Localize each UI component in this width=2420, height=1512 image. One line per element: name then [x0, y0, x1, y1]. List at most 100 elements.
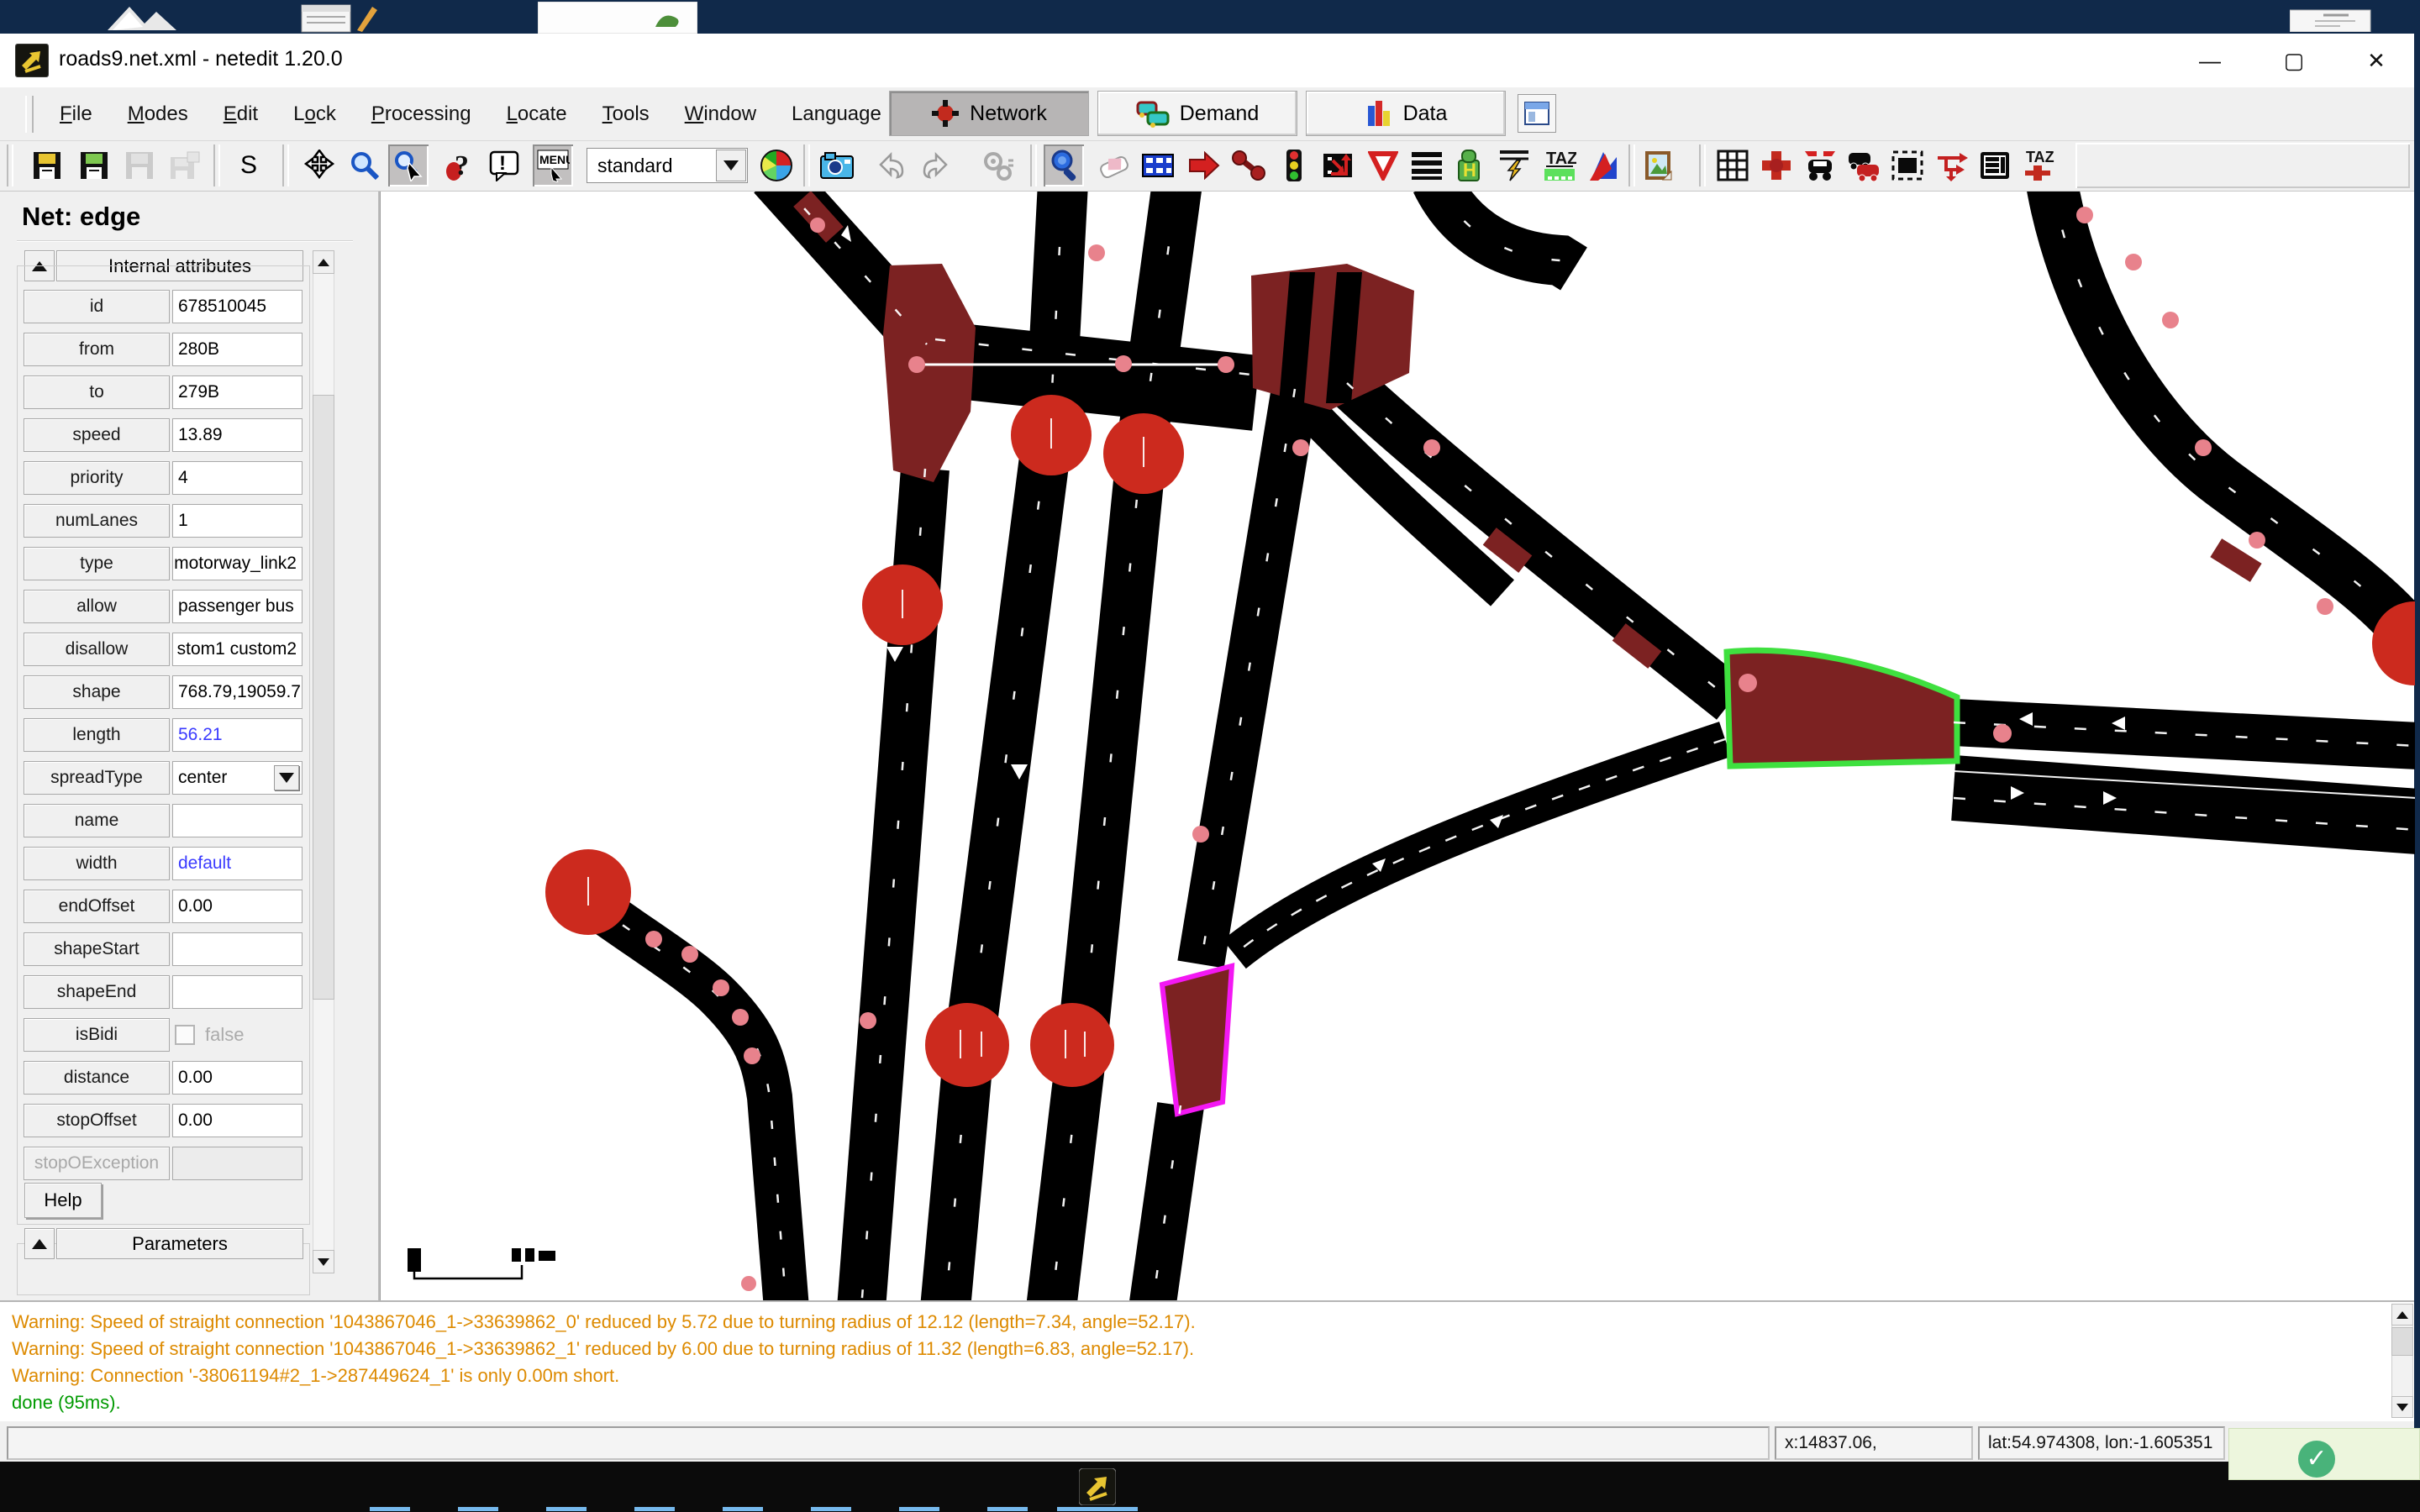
move-mode-icon[interactable]	[1183, 144, 1223, 186]
attribute-label-distance[interactable]: distance	[24, 1061, 170, 1095]
decal-poi-icon[interactable]	[1639, 144, 1679, 186]
menu-processing[interactable]: Processing	[354, 96, 489, 133]
taz-relation-icon[interactable]: TAZ	[2018, 144, 2059, 186]
crossing-mode-icon[interactable]	[1407, 144, 1447, 186]
tab-data[interactable]: Data	[1306, 91, 1506, 136]
traffic-light-mode-icon[interactable]	[1274, 144, 1314, 186]
message-scrollbar-thumb[interactable]	[2391, 1327, 2413, 1356]
route-mode-icon[interactable]	[1931, 144, 1971, 186]
menu-edit[interactable]: Edit	[206, 96, 276, 133]
junction-shape-icon[interactable]	[1756, 144, 1797, 186]
checkbox-isBidi[interactable]	[175, 1025, 195, 1045]
attribute-value-name[interactable]	[172, 804, 302, 837]
attribute-value-id[interactable]: 678510045	[172, 290, 302, 323]
netedit-taskbar-icon[interactable]	[1077, 1467, 1118, 1507]
attribute-value-stopOffset[interactable]: 0.00	[172, 1104, 302, 1137]
minimize-button[interactable]: —	[2183, 44, 2237, 77]
attribute-label-shapeStart[interactable]: shapeStart	[24, 932, 170, 966]
inspect-mode-icon[interactable]	[1044, 144, 1084, 186]
attribute-label-isBidi[interactable]: isBidi	[24, 1018, 170, 1052]
attribute-value-shapeEnd[interactable]	[172, 975, 302, 1009]
attribute-value-endOffset[interactable]: 0.00	[172, 890, 302, 923]
magenta-junction-shape[interactable]	[1162, 966, 1232, 1114]
attribute-value-numLanes[interactable]: 1	[172, 504, 302, 538]
move-view-icon[interactable]	[299, 144, 339, 186]
maximize-button[interactable]: ▢	[2267, 44, 2321, 77]
attribute-label-priority[interactable]: priority	[24, 461, 170, 495]
wire-mode-icon[interactable]	[1494, 144, 1534, 186]
menu-window[interactable]: Window	[667, 96, 774, 133]
attribute-label-id[interactable]: id	[24, 290, 170, 323]
attribute-label-width[interactable]: width	[24, 847, 170, 880]
collapse-parameters-button[interactable]	[24, 1228, 55, 1259]
attribute-value-speed[interactable]: 13.89	[172, 418, 302, 452]
attribute-value-length[interactable]: 56.21	[172, 718, 302, 752]
attribute-label-stopOffset[interactable]: stopOffset	[24, 1104, 170, 1137]
network-canvas[interactable]	[380, 192, 2414, 1300]
undo-icon[interactable]	[871, 144, 911, 186]
vehicle-mode-icon[interactable]	[1800, 144, 1840, 186]
message-log[interactable]: Warning: Speed of straight connection '1…	[0, 1300, 2414, 1421]
help-button[interactable]: Help	[24, 1183, 102, 1218]
taz-mode-icon[interactable]: TAZ	[1539, 144, 1580, 186]
attribute-label-allow[interactable]: allow	[24, 590, 170, 623]
save-additionals-button[interactable]	[119, 144, 160, 186]
menu-lock[interactable]: Lock	[276, 96, 354, 133]
panel-scrollbar-thumb[interactable]	[313, 395, 334, 1000]
desktop-window-preview[interactable]	[538, 2, 697, 34]
color-wheel-icon[interactable]	[756, 144, 797, 186]
parameters-header[interactable]: Parameters	[56, 1228, 303, 1259]
combobox-dropdown-icon[interactable]	[716, 150, 746, 181]
compute-options-icon[interactable]	[978, 144, 1018, 186]
panel-scroll-up-icon[interactable]	[313, 250, 334, 274]
locate-cursor-icon[interactable]	[388, 144, 429, 186]
connection-mode-icon[interactable]	[1318, 144, 1358, 186]
save-plain-xml-button[interactable]	[74, 144, 114, 186]
attribute-value-disallow[interactable]: stom1 custom2	[172, 633, 302, 666]
undock-views-button[interactable]	[1518, 94, 1556, 133]
notification-toast[interactable]: ✓	[2228, 1428, 2420, 1480]
close-button[interactable]: ✕	[2349, 44, 2403, 77]
shape-mode-icon[interactable]	[1583, 144, 1623, 186]
grid-toggle-icon[interactable]	[1712, 144, 1753, 186]
menu-toggle-icon[interactable]: MENU	[533, 144, 573, 186]
attribute-value-spreadType[interactable]: center	[172, 761, 302, 795]
save-demand-button[interactable]	[165, 144, 205, 186]
attribute-value-type[interactable]: motorway_link2	[172, 547, 302, 580]
attribute-label-shape[interactable]: shape	[24, 675, 170, 709]
create-edge-mode-icon[interactable]	[1228, 144, 1269, 186]
attribute-value-shape[interactable]: 768.79,19059.77	[172, 675, 302, 709]
attribute-value-from[interactable]: 280B	[172, 333, 302, 366]
route-distribution-icon[interactable]	[1975, 144, 2015, 186]
attribute-label-type[interactable]: type	[24, 547, 170, 580]
dropdown-icon-spreadType[interactable]	[274, 765, 299, 790]
title-bar[interactable]	[0, 34, 2414, 87]
message-scroll-up-icon[interactable]	[2391, 1304, 2413, 1326]
attribute-label-to[interactable]: to	[24, 375, 170, 409]
tab-network[interactable]: Network	[889, 91, 1089, 136]
supermode-s-shortcut[interactable]: S	[229, 144, 269, 186]
redo-icon[interactable]	[916, 144, 956, 186]
additional-mode-icon[interactable]: H	[1449, 144, 1489, 186]
tab-demand[interactable]: Demand	[1097, 91, 1297, 136]
attribute-label-name[interactable]: name	[24, 804, 170, 837]
stop-mode-icon[interactable]	[1887, 144, 1928, 186]
zoom-icon[interactable]	[345, 144, 385, 186]
save-network-button[interactable]	[27, 144, 67, 186]
select-mode-icon[interactable]	[1138, 144, 1178, 186]
attribute-value-priority[interactable]: 4	[172, 461, 302, 495]
menu-modes[interactable]: Modes	[110, 96, 206, 133]
menu-locate[interactable]: Locate	[489, 96, 585, 133]
help-question-icon[interactable]: ?	[439, 144, 479, 186]
attribute-value-to[interactable]: 279B	[172, 375, 302, 409]
attribute-label-numLanes[interactable]: numLanes	[24, 504, 170, 538]
message-scroll-down-icon[interactable]	[2391, 1396, 2413, 1418]
desktop-document-icon[interactable]	[2290, 2, 2374, 32]
selected-junction-shape[interactable]	[1727, 650, 1957, 766]
attribute-value-shapeStart[interactable]	[172, 932, 302, 966]
panel-scroll-down-icon[interactable]	[313, 1250, 334, 1273]
menu-language[interactable]: Language	[774, 96, 899, 133]
delete-mode-icon[interactable]	[1094, 144, 1134, 186]
attribute-label-shapeEnd[interactable]: shapeEnd	[24, 975, 170, 1009]
desktop-notepad-icon[interactable]	[298, 2, 382, 34]
